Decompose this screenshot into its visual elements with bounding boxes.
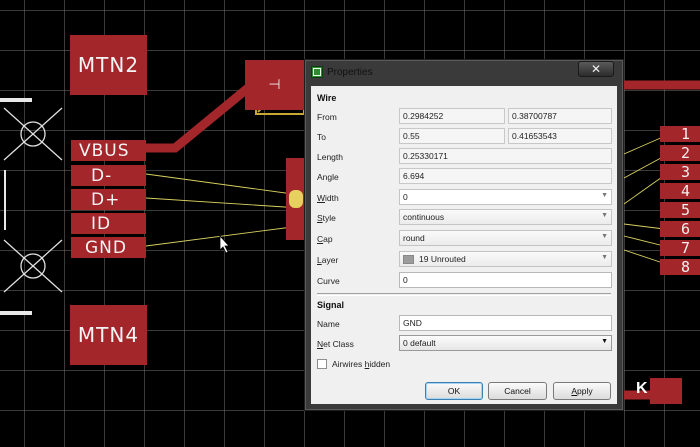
layer-value: 19 Unrouted <box>419 254 466 264</box>
mount-hole-bottom <box>3 239 63 293</box>
header-pin-4[interactable]: 4 <box>660 182 700 200</box>
pad-id[interactable]: ID <box>71 213 146 234</box>
pad-component-bottom[interactable] <box>650 378 682 404</box>
layer-select[interactable]: 19 Unrouted ▼ <box>399 251 612 267</box>
length-field[interactable]: 0.25330171 <box>399 148 612 164</box>
from-x-field[interactable]: 0.2984252 <box>399 108 505 124</box>
cap-label: Cap <box>317 234 333 244</box>
apply-button[interactable]: Apply <box>553 382 611 400</box>
angle-field[interactable]: 6.694 <box>399 168 612 184</box>
mount-hole-top <box>3 107 63 161</box>
ok-button[interactable]: OK <box>425 382 483 400</box>
width-value: 0 <box>403 192 408 202</box>
layer-label: Layer <box>317 255 339 265</box>
chevron-down-icon: ▼ <box>601 338 608 345</box>
silk-bar <box>4 170 6 230</box>
header-pin-5[interactable]: 5 <box>660 201 700 219</box>
header-pin-2[interactable]: 2 <box>660 144 700 162</box>
cap-value: round <box>403 233 425 243</box>
header-pin-7[interactable]: 7 <box>660 239 700 257</box>
component-hole <box>289 190 303 208</box>
component-marker: K <box>636 380 648 397</box>
mouse-pointer <box>219 234 230 254</box>
chevron-down-icon: ▼ <box>601 254 608 261</box>
to-y-field[interactable]: 0.41653543 <box>508 128 612 144</box>
airwires-hidden-checkbox[interactable] <box>317 359 327 369</box>
chevron-down-icon: ▼ <box>601 212 608 219</box>
airwires-hidden-label: Airwires hidden <box>332 359 391 369</box>
pad-d-plus[interactable]: D+ <box>71 189 146 210</box>
cancel-button[interactable]: Cancel <box>488 382 547 400</box>
length-label: Length <box>317 152 343 162</box>
close-icon: ✕ <box>590 62 602 76</box>
header-pin-1[interactable]: 1 <box>660 125 700 143</box>
width-label: Width <box>317 193 339 203</box>
from-label: From <box>317 112 337 122</box>
net-class-value: 0 default <box>403 338 436 348</box>
cap-select[interactable]: round ▼ <box>399 230 612 246</box>
angle-label: Angle <box>317 172 339 182</box>
signal-section-heading: Signal <box>317 300 345 310</box>
to-x-field[interactable]: 0.55 <box>399 128 505 144</box>
app-icon <box>311 66 323 78</box>
style-label: Style <box>317 213 336 223</box>
pad-gnd[interactable]: GND <box>71 237 146 258</box>
pad-mtn2[interactable]: MTN2 <box>70 35 147 95</box>
dialog-title: Properties <box>327 66 373 78</box>
wire-section-heading: Wire <box>317 93 337 103</box>
header-pin-8[interactable]: 8 <box>660 258 700 276</box>
pad-d-minus[interactable]: D- <box>71 165 146 186</box>
dialog-body: Wire From 0.2984252 0.38700787 To 0.55 0… <box>311 86 617 404</box>
header-pin-3[interactable]: 3 <box>660 163 700 181</box>
silk-bar <box>0 98 32 102</box>
pad-component-top[interactable]: ⊣ <box>245 60 305 110</box>
pad-vbus[interactable]: VBUS <box>71 140 146 161</box>
chevron-down-icon: ▼ <box>601 192 608 199</box>
section-divider <box>317 293 611 296</box>
to-label: To <box>317 132 326 142</box>
properties-dialog: Properties ✕ Wire From 0.2984252 0.38700… <box>304 59 624 411</box>
close-button[interactable]: ✕ <box>578 61 614 77</box>
from-y-field[interactable]: 0.38700787 <box>508 108 612 124</box>
chevron-down-icon: ▼ <box>601 233 608 240</box>
net-class-select[interactable]: 0 default ▼ <box>399 335 612 351</box>
style-value: continuous <box>403 212 445 222</box>
signal-name-field[interactable]: GND <box>399 315 612 331</box>
name-label: Name <box>317 319 340 329</box>
curve-field[interactable]: 0 <box>399 272 612 288</box>
width-combo[interactable]: 0 ▼ <box>399 189 612 205</box>
layer-color-swatch <box>403 254 414 264</box>
copper-trace <box>146 84 251 153</box>
silk-bar <box>0 311 32 315</box>
net-class-label: Net Class <box>317 339 354 349</box>
pad-mtn4[interactable]: MTN4 <box>70 305 147 365</box>
header-pin-6[interactable]: 6 <box>660 220 700 238</box>
style-select[interactable]: continuous ▼ <box>399 209 612 225</box>
curve-label: Curve <box>317 276 340 286</box>
dialog-titlebar[interactable]: Properties ✕ <box>305 60 623 84</box>
